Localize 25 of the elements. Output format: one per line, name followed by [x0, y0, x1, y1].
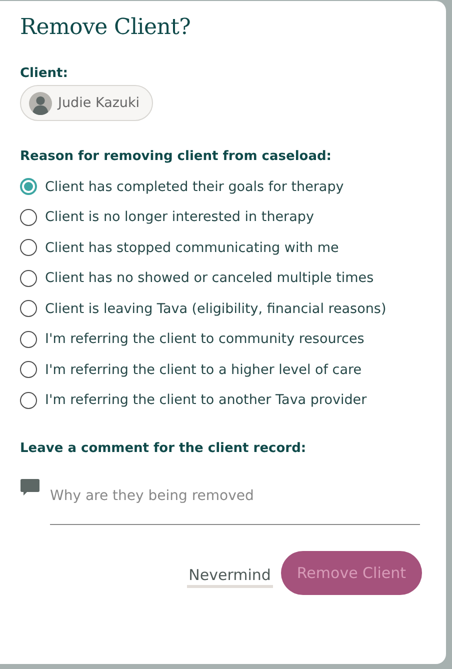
radio-button[interactable] [20, 208, 37, 226]
radio-button[interactable] [20, 300, 37, 317]
option-label[interactable]: I'm referring the client to another Tava provider [45, 392, 367, 408]
comment-icon [20, 478, 40, 496]
comment-label: Leave a comment for the client record: [20, 440, 308, 456]
radio-button[interactable] [20, 270, 37, 286]
dialog-title: Remove Client? [20, 15, 192, 40]
radio-button[interactable] [20, 392, 37, 408]
option-label[interactable]: Client has no showed or canceled multiple times [45, 270, 374, 286]
comment-field[interactable]: Why are they being removed [50, 478, 420, 524]
radio-button[interactable] [20, 178, 37, 195]
reason-label: Reason for removing client from caseload: [20, 149, 332, 164]
option-label[interactable]: I'm referring the client to a higher level of care [45, 362, 362, 378]
option-label[interactable]: Client has completed their goals for therapy [45, 178, 344, 194]
radio-button[interactable] [20, 361, 37, 378]
radio-button[interactable] [20, 239, 37, 256]
option-label[interactable]: Client has stopped communicating with me [45, 240, 339, 256]
client-name: Judie Kazuki [58, 95, 140, 111]
radio-button[interactable] [20, 330, 37, 348]
option-label[interactable]: Client is no longer interested in therapy [45, 209, 314, 225]
avatar-icon [29, 92, 52, 114]
option-label[interactable]: Client is leaving Tava (eligibility, financial reasons) [45, 300, 386, 316]
nevermind-link[interactable]: Nevermind [186, 566, 273, 588]
client-label: Client: [20, 66, 69, 81]
option-label[interactable]: I'm referring the client to community resources [45, 331, 364, 347]
